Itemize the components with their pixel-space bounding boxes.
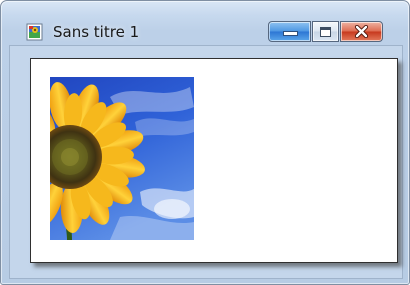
window-title: Sans titre 1	[53, 23, 140, 41]
sunflower-image[interactable]	[50, 77, 194, 240]
close-button[interactable]	[340, 21, 383, 42]
paint-canvas-icon	[26, 23, 43, 41]
minimize-button[interactable]	[268, 21, 311, 42]
sunflower-photo	[50, 77, 194, 240]
maximize-icon	[320, 27, 331, 37]
minimize-icon	[283, 31, 298, 36]
maximize-button[interactable]	[312, 21, 339, 42]
caption-buttons	[268, 21, 383, 42]
close-icon	[354, 25, 369, 38]
title-bar[interactable]: Sans titre 1	[1, 1, 409, 43]
